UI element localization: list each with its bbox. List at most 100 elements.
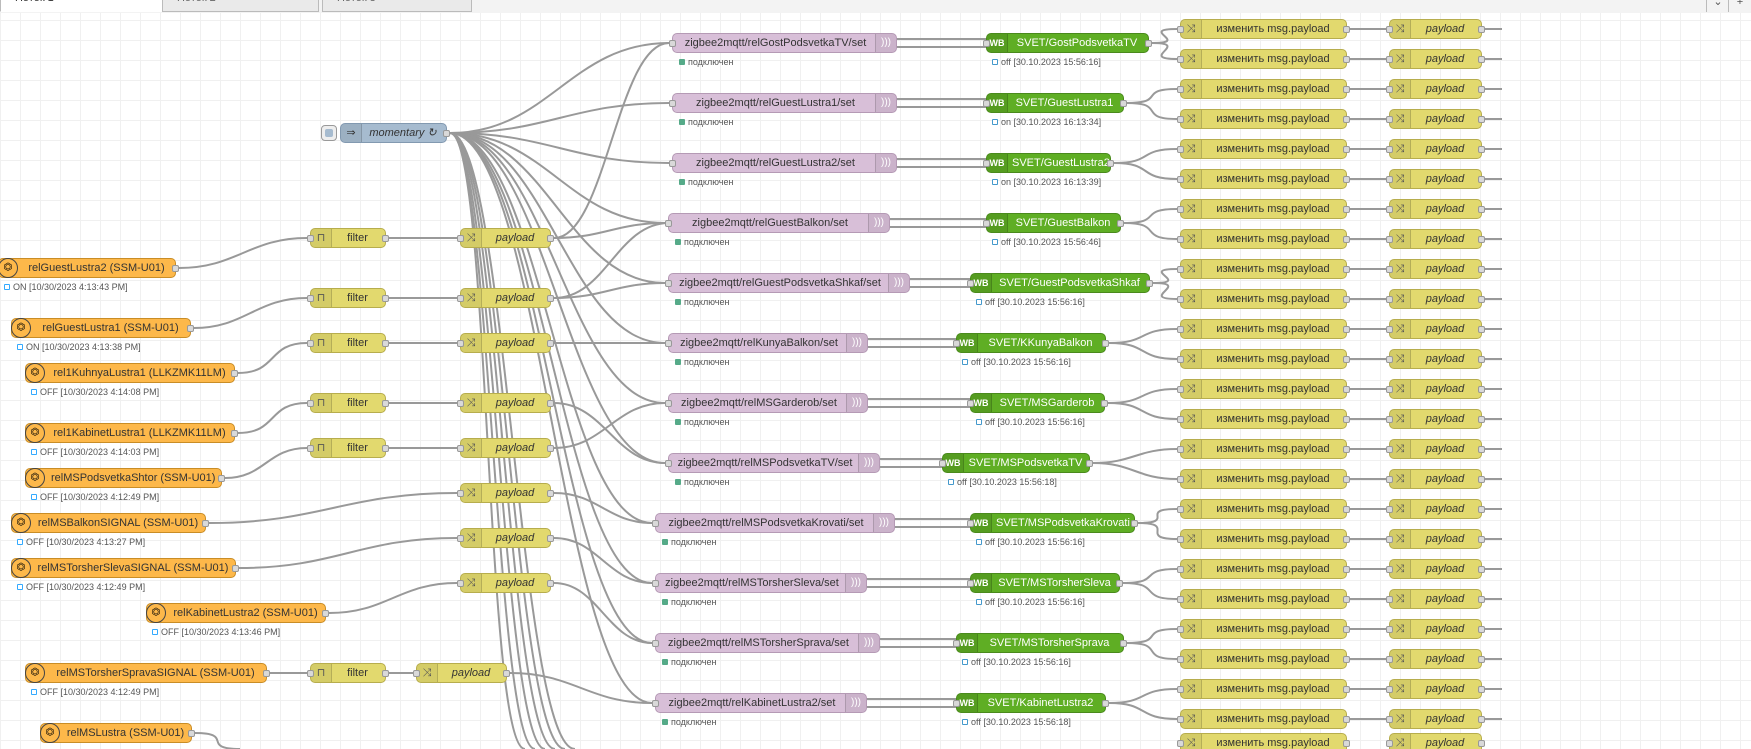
input-port[interactable]	[1386, 566, 1393, 573]
wire[interactable]	[449, 42, 670, 134]
output-port[interactable]	[1478, 176, 1485, 183]
wire[interactable]	[449, 132, 653, 644]
output-port[interactable]	[1343, 626, 1350, 633]
wire[interactable]	[1123, 222, 1178, 240]
input-port[interactable]	[652, 520, 659, 527]
payload-node[interactable]: ⤨ payload	[457, 393, 554, 413]
output-port[interactable]	[1343, 506, 1350, 513]
wb-device-node[interactable]: WB SVET/GuestPodsvetkaShkaf	[967, 273, 1153, 293]
change-node[interactable]: ⤨ изменить msg.payload	[1177, 49, 1350, 69]
input-port[interactable]	[669, 100, 676, 107]
input-port[interactable]	[953, 640, 960, 647]
input-port[interactable]	[1177, 236, 1184, 243]
payload-change-node[interactable]: ⤨ payload	[1386, 589, 1485, 609]
wire[interactable]	[208, 492, 458, 524]
change-node[interactable]: ⤨ изменить msg.payload	[1177, 649, 1350, 669]
input-port[interactable]	[1386, 56, 1393, 63]
input-port[interactable]	[967, 520, 974, 527]
output-port[interactable]	[1478, 296, 1485, 303]
output-port[interactable]	[547, 535, 554, 542]
wb-device-node[interactable]: WB SVET/MSGarderob	[967, 393, 1108, 413]
input-port[interactable]	[1177, 386, 1184, 393]
input-port[interactable]	[1386, 236, 1393, 243]
wb-device-node[interactable]: WB SVET/KKunyaBalkon	[953, 333, 1109, 353]
output-port[interactable]	[1343, 716, 1350, 723]
payload-change-node[interactable]: ⤨ payload	[1386, 319, 1485, 339]
payload-change-node[interactable]: ⤨ payload	[1386, 79, 1485, 99]
output-port[interactable]	[1478, 86, 1485, 93]
output-port[interactable]	[382, 670, 389, 677]
wire[interactable]	[1092, 448, 1178, 464]
input-port[interactable]	[1386, 446, 1393, 453]
zigbee-device-node[interactable]: ⏣ relMSBalkonSIGNAL (SSM-U01)	[11, 513, 209, 533]
payload-node[interactable]: ⤨ payload	[457, 573, 554, 593]
output-port[interactable]	[547, 490, 554, 497]
change-node[interactable]: ⤨ изменить msg.payload	[1177, 259, 1350, 279]
payload-change-node[interactable]: ⤨ payload	[1386, 49, 1485, 69]
tab-3[interactable]: Поток 3	[322, 0, 472, 12]
wire[interactable]	[1092, 462, 1178, 480]
tab-1[interactable]: Поток 1	[0, 0, 165, 12]
mqtt-out-node[interactable]: ))) zigbee2mqtt/relMSTorsherSleva/set	[652, 573, 867, 593]
wb-device-node[interactable]: WB SVET/MSPodsvetkaKrovati	[967, 513, 1138, 533]
output-port[interactable]	[1343, 476, 1350, 483]
input-port[interactable]	[1386, 176, 1393, 183]
output-port[interactable]	[1146, 280, 1153, 287]
wire[interactable]	[1152, 282, 1178, 300]
input-port[interactable]	[953, 700, 960, 707]
output-port[interactable]	[547, 445, 554, 452]
wire[interactable]	[553, 537, 653, 584]
input-port[interactable]	[1386, 506, 1393, 513]
change-node[interactable]: ⤨ изменить msg.payload	[1177, 289, 1350, 309]
input-port[interactable]	[665, 280, 672, 287]
change-node[interactable]: ⤨ изменить msg.payload	[1177, 229, 1350, 249]
input-port[interactable]	[1386, 656, 1393, 663]
input-port[interactable]	[1177, 686, 1184, 693]
output-port[interactable]	[231, 430, 238, 437]
output-port[interactable]	[1343, 416, 1350, 423]
input-port[interactable]	[1177, 356, 1184, 363]
change-node[interactable]: ⤨ изменить msg.payload	[1177, 589, 1350, 609]
output-port[interactable]	[202, 520, 209, 527]
output-port[interactable]	[1478, 446, 1485, 453]
output-port[interactable]	[1343, 566, 1350, 573]
output-port[interactable]	[263, 670, 270, 677]
output-port[interactable]	[1478, 626, 1485, 633]
payload-change-node[interactable]: ⤨ payload	[1386, 289, 1485, 309]
output-port[interactable]	[1102, 700, 1109, 707]
output-port[interactable]	[1478, 26, 1485, 33]
mqtt-out-node[interactable]: ))) zigbee2mqtt/relGuestPodsvetkaShkaf/s…	[665, 273, 910, 293]
output-port[interactable]	[1131, 520, 1138, 527]
payload-node[interactable]: ⤨ payload	[457, 333, 554, 353]
input-port[interactable]	[665, 340, 672, 347]
output-port[interactable]	[1343, 356, 1350, 363]
output-port[interactable]	[187, 325, 194, 332]
output-port[interactable]	[1478, 656, 1485, 663]
output-port[interactable]	[503, 670, 510, 677]
input-port[interactable]	[1386, 686, 1393, 693]
input-port[interactable]	[457, 340, 464, 347]
input-port[interactable]	[457, 580, 464, 587]
wb-device-node[interactable]: WB SVET/GuestLustra1	[983, 93, 1127, 113]
output-port[interactable]	[231, 370, 238, 377]
output-port[interactable]	[1343, 26, 1350, 33]
wire[interactable]	[238, 537, 458, 569]
change-node[interactable]: ⤨ изменить msg.payload	[1177, 559, 1350, 579]
input-port[interactable]	[939, 460, 946, 467]
mqtt-out-node[interactable]: ))) zigbee2mqtt/relMSPodsvetkaKrovati/se…	[652, 513, 895, 533]
output-port[interactable]	[382, 340, 389, 347]
output-port[interactable]	[547, 340, 554, 347]
input-port[interactable]	[1177, 596, 1184, 603]
input-port[interactable]	[1386, 356, 1393, 363]
wire[interactable]	[1107, 388, 1178, 404]
change-node[interactable]: ⤨ изменить msg.payload	[1177, 409, 1350, 429]
payload-change-node[interactable]: ⤨ payload	[1386, 733, 1485, 749]
output-port[interactable]	[1478, 386, 1485, 393]
output-port[interactable]	[218, 475, 225, 482]
input-port[interactable]	[983, 40, 990, 47]
output-port[interactable]	[1343, 266, 1350, 273]
wire[interactable]	[1122, 582, 1178, 600]
wire[interactable]	[328, 582, 458, 614]
input-port[interactable]	[307, 400, 314, 407]
input-port[interactable]	[1177, 56, 1184, 63]
